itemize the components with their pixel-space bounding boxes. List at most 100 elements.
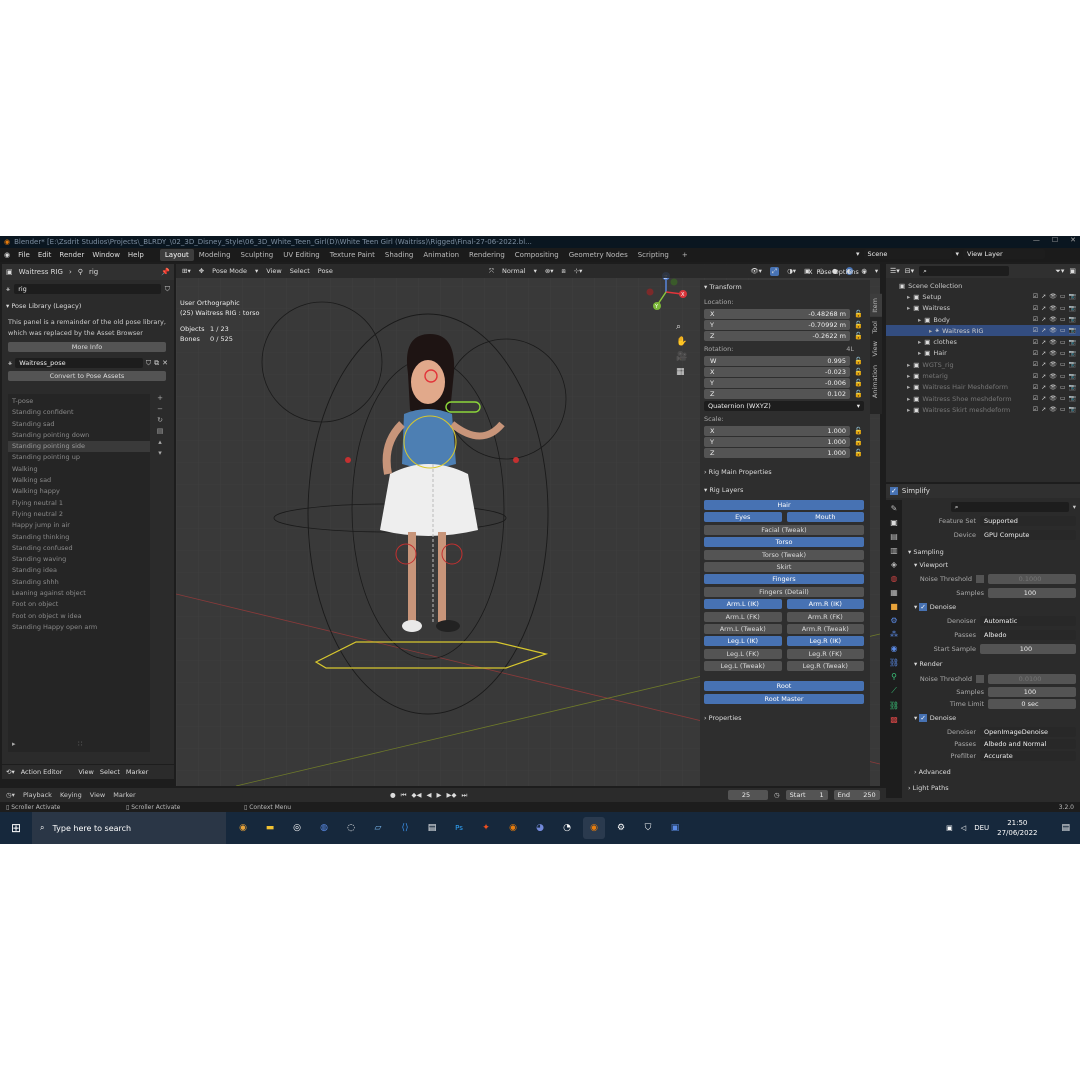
clock-icon[interactable]: ◷ [774, 791, 780, 799]
monitor-icon[interactable]: ▭ [1060, 373, 1066, 380]
data-search-input[interactable]: rig [14, 284, 161, 294]
sanitize-icon[interactable]: ▤ [157, 427, 164, 435]
pose-list-item[interactable]: Flying neutral 1 [8, 498, 150, 509]
select-icon[interactable]: ➚ [1041, 339, 1046, 346]
vp-samples-field[interactable]: 100 [988, 588, 1076, 598]
mode-selector[interactable]: Pose Mode [212, 267, 247, 275]
scale-field[interactable]: Y 1.000 [704, 436, 850, 447]
add-workspace-icon[interactable]: + [682, 251, 688, 259]
pose-options-dropdown-icon[interactable]: ▾ [863, 268, 866, 276]
checkbox-icon[interactable]: ☑ [1033, 293, 1038, 300]
expand-icon[interactable]: ▸ [918, 316, 921, 324]
pose-list-item[interactable]: Standing confident [8, 407, 150, 418]
rig-layer-button[interactable]: Arm.R (IK) [786, 599, 864, 610]
expand-icon[interactable]: ▸ [907, 293, 910, 301]
rig-main-header[interactable]: › Rig Main Properties [700, 458, 870, 480]
rig-layer-button[interactable]: Torso [704, 537, 864, 548]
rig-layer-button[interactable]: Arm.L (FK) [704, 611, 782, 622]
mode-dropdown-icon[interactable]: ▾ [255, 267, 258, 275]
transform-header[interactable]: ▾ Transform [700, 280, 870, 294]
outliner-search-input[interactable]: ⌕ [919, 266, 1010, 276]
app-icon-8[interactable]: ▤ [421, 817, 443, 839]
eye-icon[interactable]: 👁 [1049, 373, 1057, 380]
rotation-field[interactable]: W 0.995 [704, 355, 850, 366]
blender-alt-icon[interactable]: ◉ [502, 817, 524, 839]
vp-denoise-header[interactable]: ▾ ✓ Denoise [904, 600, 1080, 614]
properties-header[interactable]: › Properties [700, 704, 870, 722]
monitor-icon[interactable]: ▭ [1060, 406, 1066, 413]
camera-icon[interactable]: 📷 [1069, 327, 1076, 334]
location-field[interactable]: X -0.48268 m [704, 308, 850, 319]
outliner-item[interactable]: ▣ Scene Collection [886, 280, 1080, 291]
light-paths-header[interactable]: › Light Paths [904, 778, 1080, 794]
view-layer-field[interactable]: View Layer [963, 249, 1046, 259]
discord-icon[interactable]: ◕ [529, 817, 551, 839]
workspace-tab-1[interactable]: Modeling [194, 249, 236, 261]
camera-icon[interactable]: 📷 [1069, 316, 1076, 323]
expand-icon[interactable]: ▸ [907, 304, 910, 312]
rotation-mode-tag[interactable]: 4L [846, 345, 854, 353]
lock-icon[interactable]: 🔓 [854, 449, 864, 457]
advanced-header[interactable]: › Advanced [904, 762, 1080, 778]
select-icon[interactable]: ➚ [1041, 373, 1046, 380]
orientation-dropdown-icon[interactable]: ▾ [534, 267, 537, 275]
next-key-icon[interactable]: ▶◆ [447, 791, 457, 799]
expand-icon[interactable]: ▸ [918, 349, 921, 357]
clock[interactable]: 21:50 27/06/2022 [997, 818, 1037, 838]
r-denoiser-select[interactable]: OpenImageDenoise [980, 727, 1076, 737]
checkbox-icon[interactable]: ☑ [1033, 305, 1038, 312]
rig-layer-button[interactable]: Facial (Tweak) [704, 524, 864, 535]
app-icon-17[interactable]: ▣ [664, 817, 686, 839]
outliner-item[interactable]: ▸ ▣ Hair ☑ ➚ 👁 ▭ 📷 [886, 348, 1080, 359]
render-tab-icon[interactable]: ▣ [890, 518, 898, 527]
speaker-icon[interactable]: ◁ [961, 824, 966, 832]
display-mode-icon[interactable]: ⊟▾ [905, 267, 914, 275]
time-limit-field[interactable]: 0 sec [988, 699, 1076, 709]
select-icon[interactable]: ➚ [1041, 327, 1046, 334]
pose-list-item[interactable]: Standing shhh [8, 577, 150, 588]
view-layer-tab-icon[interactable]: ▥ [890, 546, 898, 555]
figma-icon[interactable]: ✦ [475, 817, 497, 839]
expand-icon[interactable]: ▸ [907, 383, 910, 391]
rig-layers-header[interactable]: ▾ Rig Layers [700, 480, 870, 498]
checkbox-icon[interactable]: ☑ [1033, 361, 1038, 368]
checkbox-icon[interactable]: ☑ [1033, 316, 1038, 323]
rotation-field[interactable]: X -0.023 [704, 366, 850, 377]
more-info-button[interactable]: More Info [8, 342, 166, 352]
view-layer-icon[interactable]: ▾ [956, 250, 960, 258]
pose-list-item[interactable]: Foot on object w idea [8, 611, 150, 622]
r-samples-field[interactable]: 100 [988, 687, 1076, 697]
camera-icon[interactable]: 📷 [1069, 373, 1076, 380]
lock-icon[interactable]: 🔓 [854, 332, 864, 340]
list-resize-grip[interactable]: ∷ [78, 740, 82, 748]
menu-help[interactable]: Help [128, 251, 144, 259]
tray-icon[interactable]: ▣ [946, 824, 953, 832]
fake-user-icon[interactable]: ⛉ [165, 285, 170, 294]
chrome-icon[interactable]: ◉ [232, 817, 254, 839]
current-frame-field[interactable]: 25 [728, 790, 768, 800]
monitor-icon[interactable]: ▭ [1060, 327, 1066, 334]
rig-layer-button[interactable]: Skirt [704, 561, 864, 572]
copy-icon[interactable]: ⧉ [154, 359, 159, 368]
eye-icon[interactable]: 👁 [1049, 293, 1057, 300]
app-icon-13[interactable]: ◔ [556, 817, 578, 839]
select-icon[interactable]: ➚ [1041, 384, 1046, 391]
checkbox-icon[interactable]: ☑ [1033, 384, 1038, 391]
pivot-icon[interactable]: ⊗▾ [545, 267, 554, 275]
pose-list-item[interactable]: Walking sad [8, 475, 150, 486]
pose-list-item[interactable]: Happy jump in air [8, 520, 150, 531]
monitor-icon[interactable]: ▭ [1060, 395, 1066, 402]
vp-noise-checkbox[interactable] [976, 575, 984, 583]
r-denoise-checkbox[interactable]: ✓ [919, 714, 927, 722]
rig-layer-button[interactable]: Arm.L (IK) [704, 599, 782, 610]
rig-layer-button[interactable]: Arm.R (FK) [786, 611, 864, 622]
pose-list-item[interactable]: Standing pointing up [8, 452, 150, 463]
proportional-icon[interactable]: ⊹▾ [574, 267, 583, 275]
eye-icon[interactable]: 👁 [1049, 350, 1057, 357]
camera-icon[interactable]: 📷 [1069, 361, 1076, 368]
rig-layer-button[interactable]: Mouth [786, 512, 864, 523]
tl-view[interactable]: View [90, 791, 105, 799]
bone-constraint-tab-icon[interactable]: ⛓ [889, 701, 899, 710]
r-noise-checkbox[interactable] [976, 675, 984, 683]
modifier-tab-icon[interactable]: ⚙ [890, 616, 897, 625]
